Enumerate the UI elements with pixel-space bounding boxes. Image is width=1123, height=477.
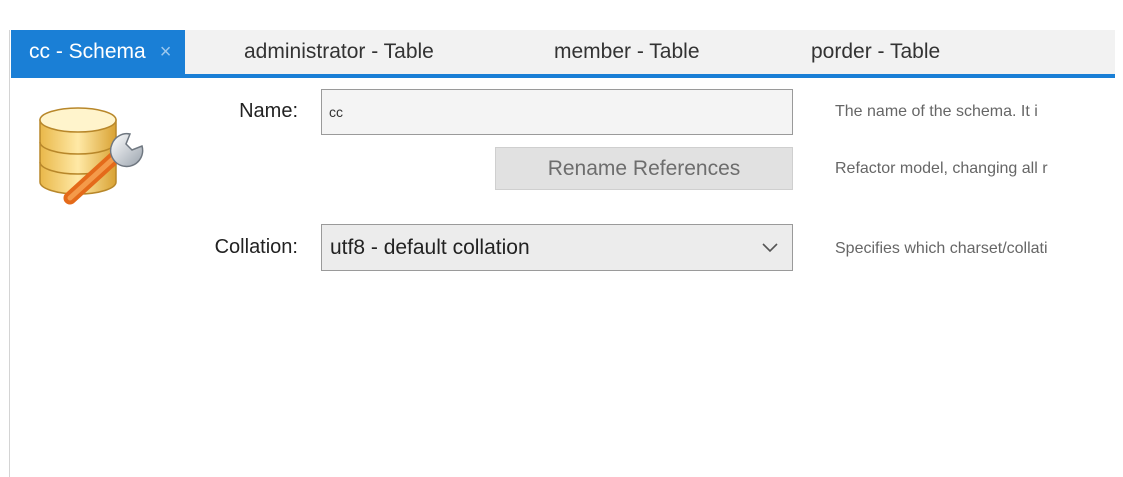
database-wrench-icon — [39, 107, 144, 205]
chevron-down-icon — [762, 225, 778, 270]
collation-label: Collation: — [214, 236, 298, 258]
schema-name-input[interactable]: cc — [321, 89, 793, 135]
collation-select[interactable]: utf8 - default collation — [321, 224, 793, 271]
tab-administrator-table[interactable]: administrator - Table — [244, 30, 434, 74]
tab-porder-table[interactable]: porder - Table — [811, 30, 940, 74]
name-label: Name: — [239, 100, 298, 122]
tab-label: porder - Table — [811, 40, 941, 63]
tab-accent-bar — [11, 74, 1115, 78]
collation-selected-value: utf8 - default collation — [330, 236, 530, 259]
tab-label: administrator - Table — [244, 40, 434, 63]
tab-cc-schema[interactable]: cc - Schema × — [11, 30, 186, 74]
tab-member-table[interactable]: member - Table — [554, 30, 700, 74]
tab-label: member - Table — [554, 40, 700, 63]
tab-label: cc - Schema — [29, 40, 146, 63]
collation-description: Specifies which charset/collati — [835, 240, 1048, 257]
rename-references-button[interactable]: Rename References — [495, 147, 793, 190]
close-icon[interactable]: × — [160, 41, 172, 64]
panel-left-border — [9, 30, 10, 477]
name-description: The name of the schema. It i — [835, 103, 1038, 120]
window-top-strip — [0, 0, 1123, 30]
editor-tab-bar: cc - Schema × administrator - Table memb… — [11, 30, 1115, 74]
rename-description: Refactor model, changing all r — [835, 160, 1048, 177]
